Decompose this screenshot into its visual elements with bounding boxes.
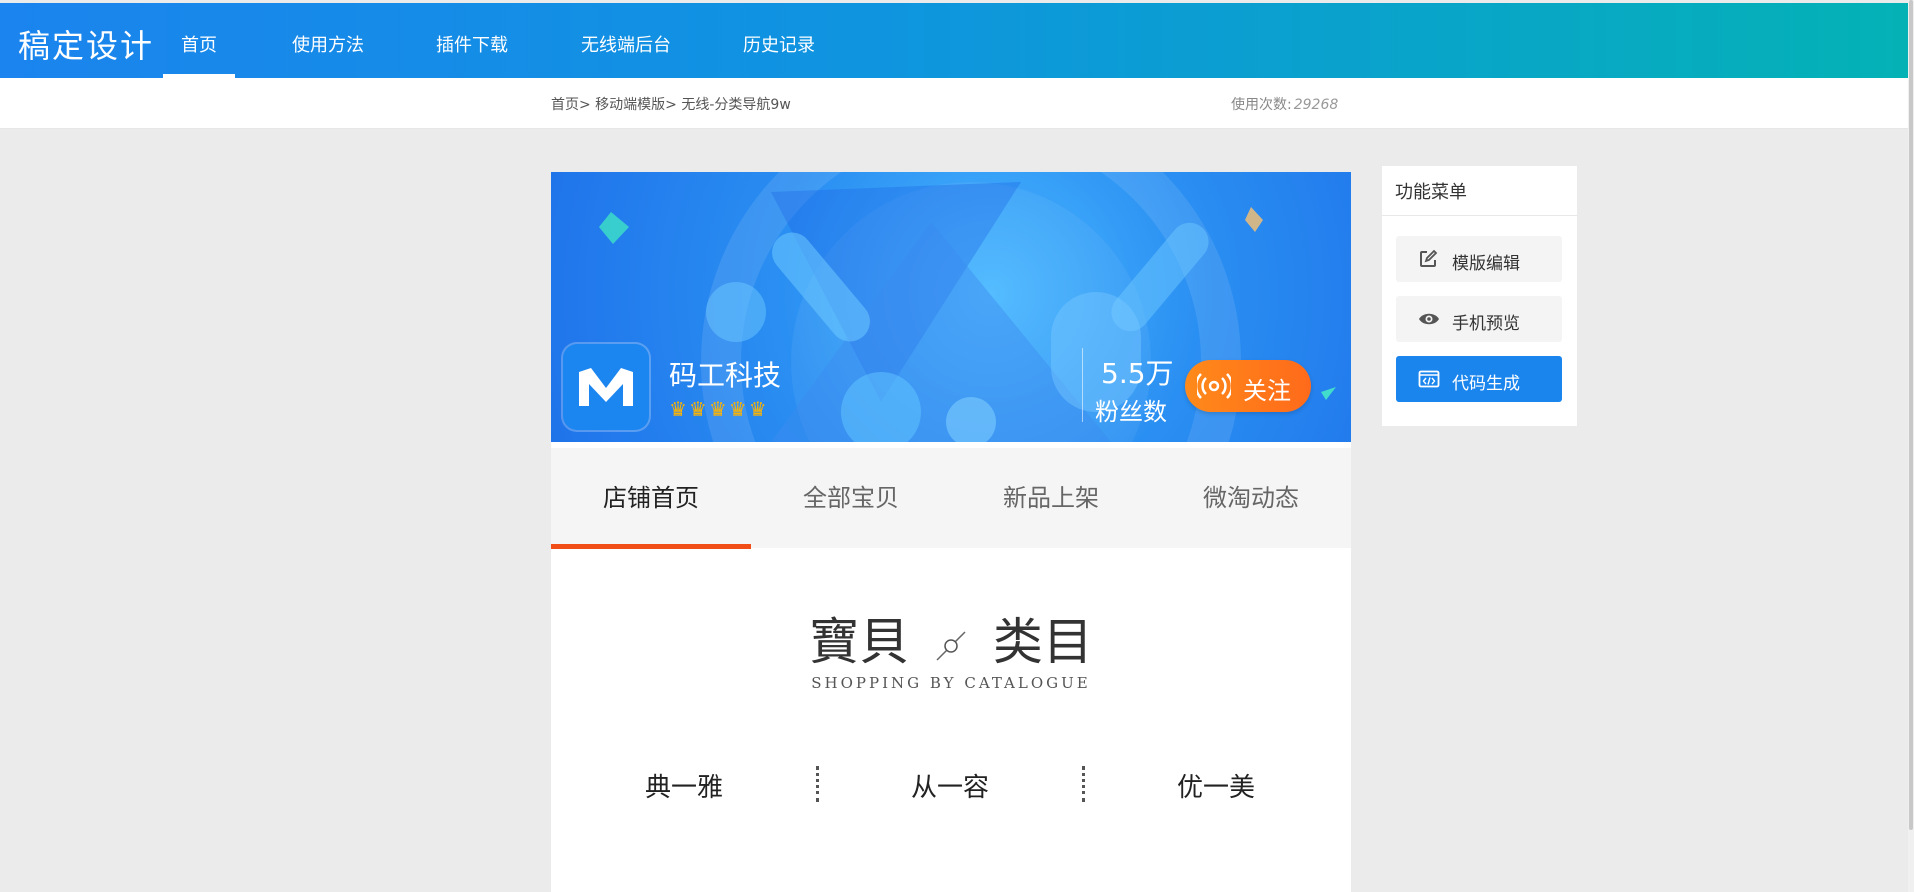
shop-tabs: 店铺首页 全部宝贝 新品上架 微淘动态	[551, 448, 1351, 549]
category-subtitle: SHOPPING BY CATALOGUE	[811, 674, 1091, 692]
code-generate-button[interactable]: 代码生成	[1396, 356, 1562, 402]
eye-icon	[1418, 309, 1440, 333]
page-scrollbar-thumb[interactable]	[1909, 0, 1913, 830]
tab-weitao-feed[interactable]: 微淘动态	[1151, 448, 1351, 548]
template-edit-button[interactable]: 模版编辑	[1396, 236, 1562, 282]
fans-count: 5.5万	[1101, 357, 1174, 390]
sub-header-bar: 首页> 移动端模版> 无线-分类导航9w 使用次数: 29268	[0, 78, 1908, 129]
usage-label: 使用次数:	[1231, 97, 1292, 113]
category-item-graceful[interactable]: 优一美	[1083, 767, 1349, 804]
broadcast-icon	[1194, 371, 1234, 407]
function-menu: 功能菜单 模版编辑 手机预览 代码生成	[1382, 166, 1577, 426]
shop-logo-m-icon	[579, 368, 633, 406]
template-edit-label: 模版编辑	[1452, 254, 1520, 274]
code-generate-label: 代码生成	[1452, 374, 1520, 394]
nav-item-wireless-admin[interactable]: 无线端后台	[581, 31, 671, 57]
template-preview: 码工科技 ♛♛♛♛♛ 5.5万 粉丝数 关注 店铺首页 全部宝贝 新品上架 微淘…	[551, 172, 1351, 892]
nav-item-history[interactable]: 历史记录	[743, 31, 815, 57]
nav-item-home[interactable]: 首页	[181, 31, 217, 57]
usage-counter: 使用次数: 29268	[1231, 94, 1338, 114]
nav-item-plugin-download[interactable]: 插件下载	[436, 31, 508, 57]
fans-divider	[1082, 348, 1083, 422]
category-item-calm[interactable]: 从一容	[817, 767, 1083, 804]
usage-count: 29268	[1293, 97, 1339, 113]
shop-logo[interactable]	[563, 344, 649, 430]
fans-label: 粉丝数	[1095, 398, 1167, 426]
mobile-preview-label: 手机预览	[1452, 314, 1520, 334]
tab-shop-home[interactable]: 店铺首页	[551, 448, 751, 548]
breadcrumb[interactable]: 首页> 移动端模版> 无线-分类导航9w	[551, 94, 791, 114]
code-icon	[1418, 369, 1440, 393]
function-menu-title: 功能菜单	[1395, 182, 1467, 203]
shop-name: 码工科技	[669, 359, 782, 392]
shop-banner: 码工科技 ♛♛♛♛♛ 5.5万 粉丝数 关注	[551, 172, 1351, 442]
nav-item-usage[interactable]: 使用方法	[292, 31, 364, 57]
decorative-ring-icon	[936, 631, 966, 661]
category-heading-left: 寶貝	[809, 613, 910, 671]
follow-label: 关注	[1243, 377, 1291, 405]
tab-all-items[interactable]: 全部宝贝	[751, 448, 951, 548]
tab-active-indicator	[551, 544, 751, 549]
shop-rating-crowns-icon: ♛♛♛♛♛	[669, 397, 769, 421]
category-item-elegant[interactable]: 典一雅	[551, 767, 817, 804]
tab-new-arrivals[interactable]: 新品上架	[951, 448, 1151, 548]
site-logo[interactable]: 稿定设计	[18, 21, 154, 67]
follow-button[interactable]: 关注	[1185, 360, 1311, 412]
mobile-preview-button[interactable]: 手机预览	[1396, 296, 1562, 342]
category-heading: 寶貝 类目	[551, 602, 1351, 674]
edit-icon	[1418, 249, 1438, 273]
top-navbar: 稿定设计 首页 使用方法 插件下载 无线端后台 历史记录	[0, 3, 1908, 78]
function-menu-divider	[1382, 215, 1577, 216]
category-heading-right: 类目	[992, 613, 1093, 671]
